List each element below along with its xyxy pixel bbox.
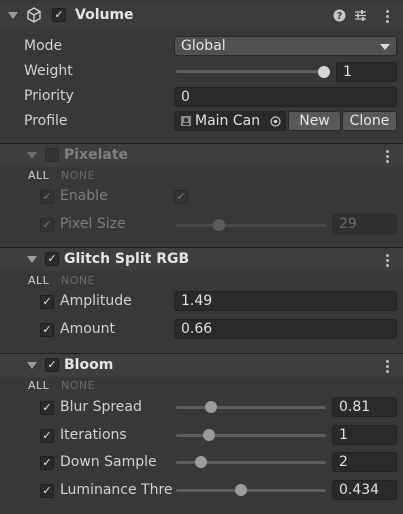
profile-object-field[interactable]: Main Can xyxy=(174,111,286,131)
luminance-threshold-field[interactable]: 0.434 xyxy=(332,480,397,500)
down-sample-label: Down Sample xyxy=(60,454,157,470)
enable-checkbox[interactable]: ✓ xyxy=(174,190,188,204)
blur-spread-slider-track[interactable] xyxy=(176,406,326,409)
override-title: Pixelate xyxy=(64,147,129,163)
foldout-arrow-icon[interactable] xyxy=(27,152,37,159)
volume-enabled-checkbox[interactable]: ✓ xyxy=(52,8,66,22)
priority-field[interactable]: 0 xyxy=(174,87,397,107)
weight-field[interactable]: 1 xyxy=(336,62,397,82)
mode-dropdown[interactable]: Global xyxy=(174,36,397,56)
weight-slider-track[interactable] xyxy=(176,70,326,73)
override-checkbox-amplitude[interactable]: ✓ xyxy=(40,295,54,309)
preset-icon[interactable] xyxy=(354,9,367,22)
foldout-arrow-icon[interactable] xyxy=(27,362,37,369)
pixel-size-label: Pixel Size xyxy=(60,216,126,232)
override-header-bloom[interactable]: ✓ Bloom xyxy=(0,353,403,377)
priority-label: Priority xyxy=(24,88,74,104)
pixel-size-field[interactable]: 29 xyxy=(332,214,397,234)
weight-label: Weight xyxy=(24,63,73,79)
volume-profile-icon xyxy=(181,116,191,126)
profile-label: Profile xyxy=(24,113,68,129)
override-checkbox-blur-spread[interactable]: ✓ xyxy=(40,401,54,415)
glitch-enabled-checkbox[interactable]: ✓ xyxy=(45,252,59,266)
weight-slider-knob[interactable] xyxy=(318,66,330,78)
override-menu-icon[interactable] xyxy=(386,360,389,375)
all-toggle[interactable]: ALL xyxy=(28,379,49,392)
profile-value: Main Can xyxy=(195,113,261,129)
volume-header[interactable]: ✓ Volume ? xyxy=(0,4,403,27)
none-toggle[interactable]: NONE xyxy=(61,379,95,392)
mode-label: Mode xyxy=(24,38,63,54)
override-checkbox-amount[interactable]: ✓ xyxy=(40,323,54,337)
all-toggle[interactable]: ALL xyxy=(28,169,49,182)
foldout-arrow-icon[interactable] xyxy=(8,12,18,19)
cube-icon xyxy=(27,7,41,23)
chevron-down-icon xyxy=(380,44,390,50)
override-title: Glitch Split RGB xyxy=(64,251,190,267)
mode-value: Global xyxy=(181,38,226,54)
down-sample-field[interactable]: 2 xyxy=(332,452,397,472)
bloom-enabled-checkbox[interactable]: ✓ xyxy=(45,358,59,372)
iterations-slider-track[interactable] xyxy=(176,434,326,437)
override-title: Bloom xyxy=(64,357,114,373)
override-menu-icon[interactable] xyxy=(386,150,389,165)
amount-field[interactable]: 0.66 xyxy=(174,319,397,339)
pixel-size-slider-knob[interactable] xyxy=(213,219,225,231)
amplitude-label: Amplitude xyxy=(60,293,132,309)
pixel-size-slider-track[interactable] xyxy=(176,224,326,227)
clone-profile-button[interactable]: Clone xyxy=(342,111,397,131)
component-menu-icon[interactable] xyxy=(386,10,389,25)
amplitude-field[interactable]: 1.49 xyxy=(174,291,397,311)
override-menu-icon[interactable] xyxy=(386,254,389,269)
foldout-arrow-icon[interactable] xyxy=(27,256,37,263)
luminance-threshold-slider-knob[interactable] xyxy=(235,484,247,496)
override-checkbox-enable[interactable]: ✓ xyxy=(40,190,54,204)
override-header-pixelate[interactable]: Pixelate xyxy=(0,143,403,167)
blur-spread-slider-knob[interactable] xyxy=(205,401,217,413)
object-picker-icon[interactable] xyxy=(270,116,281,127)
override-checkbox-luminance-threshold[interactable]: ✓ xyxy=(40,484,54,498)
help-icon[interactable]: ? xyxy=(333,9,346,22)
new-profile-button[interactable]: New xyxy=(288,111,341,131)
override-checkbox-pixel-size[interactable]: ✓ xyxy=(40,218,54,232)
luminance-threshold-label: Luminance Thre xyxy=(60,482,173,498)
component-title: Volume xyxy=(75,7,134,23)
blur-spread-field[interactable]: 0.81 xyxy=(332,397,397,417)
iterations-field[interactable]: 1 xyxy=(332,425,397,445)
svg-text:?: ? xyxy=(337,11,343,22)
none-toggle[interactable]: NONE xyxy=(61,169,95,182)
override-header-glitch-split-rgb[interactable]: ✓ Glitch Split RGB xyxy=(0,247,403,271)
iterations-slider-knob[interactable] xyxy=(203,429,215,441)
override-checkbox-iterations[interactable]: ✓ xyxy=(40,429,54,443)
luminance-threshold-slider-track[interactable] xyxy=(176,489,326,492)
all-toggle[interactable]: ALL xyxy=(28,274,49,287)
blur-spread-label: Blur Spread xyxy=(60,399,142,415)
enable-label: Enable xyxy=(60,188,108,204)
down-sample-slider-knob[interactable] xyxy=(195,456,207,468)
override-checkbox-down-sample[interactable]: ✓ xyxy=(40,456,54,470)
none-toggle[interactable]: NONE xyxy=(61,274,95,287)
iterations-label: Iterations xyxy=(60,427,127,443)
pixelate-enabled-checkbox[interactable] xyxy=(45,148,59,162)
amount-label: Amount xyxy=(60,321,116,337)
